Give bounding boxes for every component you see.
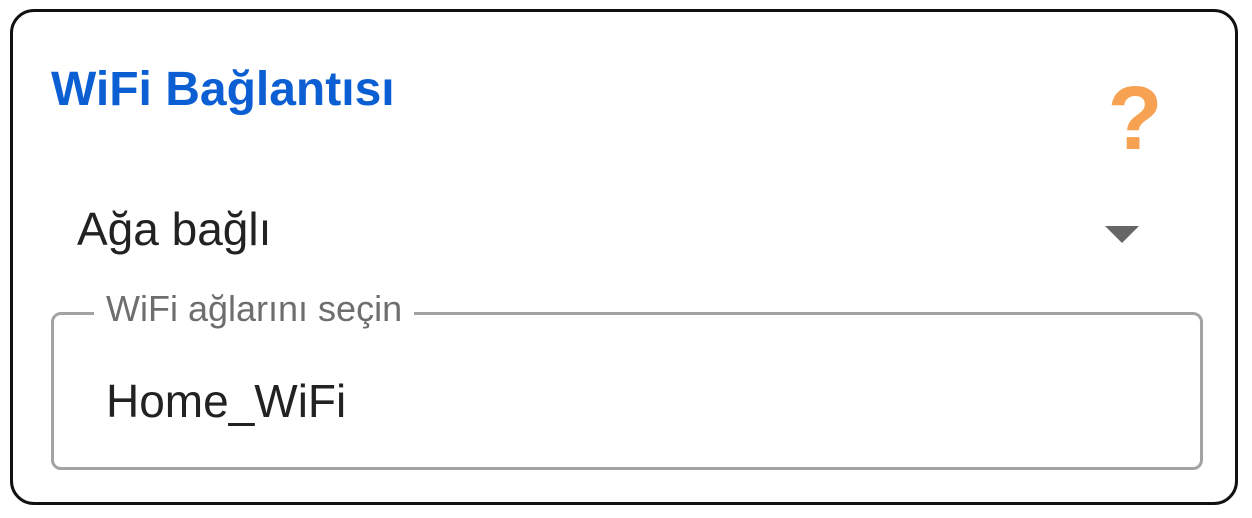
card-title: WiFi Bağlantısı (51, 63, 395, 116)
caret-down-icon (1105, 226, 1139, 243)
connection-mode-value: Ağa bağlı (77, 203, 272, 255)
wifi-network-input[interactable] (106, 371, 1146, 431)
wifi-network-field[interactable]: WiFi ağlarını seçin (51, 291, 1203, 470)
wifi-connection-card: WiFi Bağlantısı ? Ağa bağlı WiFi ağların… (10, 9, 1238, 505)
connection-mode-select[interactable]: Ağa bağlı (43, 190, 1143, 270)
question-mark-icon[interactable]: ? (1105, 74, 1165, 164)
wifi-network-label: WiFi ağlarını seçin (94, 291, 415, 327)
